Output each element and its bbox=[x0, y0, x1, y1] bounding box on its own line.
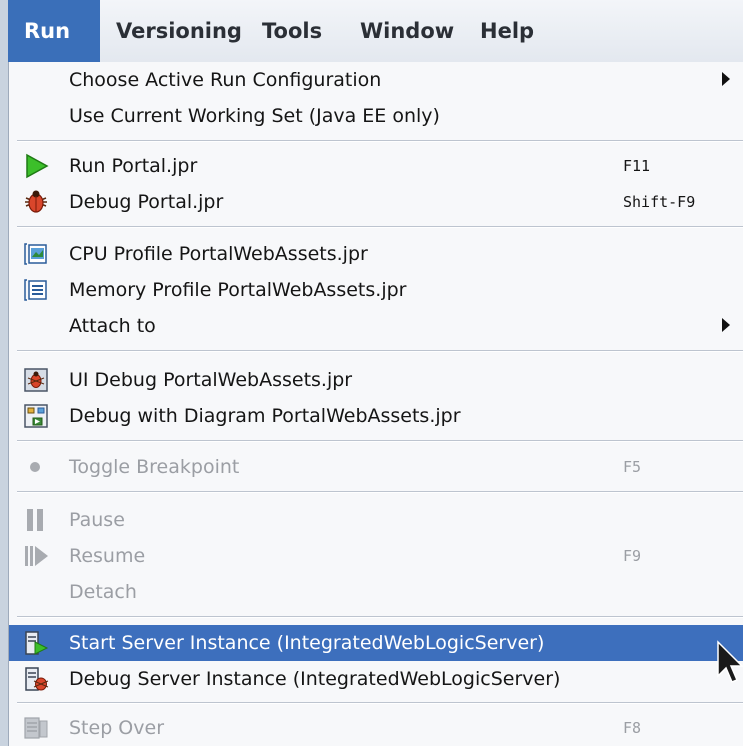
start-server-icon bbox=[25, 631, 49, 655]
menu-item-step-over[interactable]: Step Over F8 bbox=[9, 710, 743, 746]
menu-item-debug-with-diagram[interactable]: Debug with Diagram PortalWebAssets.jpr bbox=[9, 398, 743, 434]
menu-item-detach[interactable]: Detach bbox=[9, 574, 743, 610]
menu-item-label: Memory Profile PortalWebAssets.jpr bbox=[69, 279, 407, 301]
pause-icon bbox=[27, 509, 43, 531]
menu-item-label: Attach to bbox=[69, 315, 156, 337]
menu-item-shortcut: F11 bbox=[623, 157, 651, 175]
menu-item-shortcut: F8 bbox=[623, 719, 642, 737]
menu-item-label: Step Over bbox=[69, 717, 164, 739]
memory-profile-icon bbox=[24, 279, 47, 301]
menu-item-label: Run Portal.jpr bbox=[69, 155, 198, 177]
menu-item-label: Resume bbox=[69, 545, 146, 567]
debug-server-icon bbox=[25, 667, 49, 691]
menu-help[interactable]: Help bbox=[464, 0, 554, 62]
menu-item-label: Detach bbox=[69, 581, 137, 603]
menu-item-debug-portal[interactable]: Debug Portal.jpr Shift-F9 bbox=[9, 184, 743, 220]
run-menu-dropdown: Choose Active Run Configuration Use Curr… bbox=[8, 62, 743, 746]
menu-item-shortcut: F5 bbox=[623, 458, 642, 476]
resume-icon bbox=[25, 546, 48, 566]
submenu-arrow-icon bbox=[722, 318, 730, 332]
menu-separator bbox=[17, 491, 743, 493]
menu-item-shortcut: Shift-F9 bbox=[623, 193, 696, 211]
diagram-debug-icon bbox=[24, 404, 48, 428]
menu-item-attach-to[interactable]: Attach to bbox=[9, 308, 743, 344]
menu-separator bbox=[17, 350, 743, 352]
menu-item-choose-active-run-configuration[interactable]: Choose Active Run Configuration bbox=[9, 62, 743, 98]
menu-tools[interactable]: Tools bbox=[246, 0, 344, 62]
menu-item-label: Debug Server Instance (IntegratedWebLogi… bbox=[69, 668, 561, 690]
menu-item-run-portal[interactable]: Run Portal.jpr F11 bbox=[9, 148, 743, 184]
menu-separator bbox=[17, 226, 743, 228]
cpu-profile-icon bbox=[24, 243, 47, 265]
menu-window[interactable]: Window bbox=[344, 0, 464, 62]
menu-item-ui-debug[interactable]: UI Debug PortalWebAssets.jpr bbox=[9, 362, 743, 398]
menu-item-use-current-working-set[interactable]: Use Current Working Set (Java EE only) bbox=[9, 98, 743, 134]
run-triangle-icon bbox=[26, 153, 49, 179]
menu-item-start-server-instance[interactable]: Start Server Instance (IntegratedWebLogi… bbox=[9, 625, 743, 661]
menu-item-label: CPU Profile PortalWebAssets.jpr bbox=[69, 243, 368, 265]
menu-item-shortcut: F9 bbox=[623, 547, 642, 565]
menu-item-toggle-breakpoint[interactable]: Toggle Breakpoint F5 bbox=[9, 449, 743, 485]
step-over-icon bbox=[24, 717, 48, 739]
menu-separator bbox=[17, 140, 743, 142]
menu-item-resume[interactable]: Resume F9 bbox=[9, 538, 743, 574]
menu-item-label: Choose Active Run Configuration bbox=[69, 69, 382, 91]
menu-item-label: Pause bbox=[69, 509, 125, 531]
menu-separator bbox=[17, 440, 743, 442]
menu-item-label: Toggle Breakpoint bbox=[69, 456, 240, 478]
ui-debug-icon bbox=[24, 368, 48, 392]
menu-item-label: Debug with Diagram PortalWebAssets.jpr bbox=[69, 405, 461, 427]
menubar: Run Versioning Tools Window Help bbox=[8, 0, 743, 63]
menu-versioning[interactable]: Versioning bbox=[100, 0, 246, 62]
breakpoint-dot-icon bbox=[30, 462, 40, 472]
menu-item-label: Debug Portal.jpr bbox=[69, 191, 224, 213]
submenu-arrow-icon bbox=[722, 72, 730, 86]
menu-item-label: Use Current Working Set (Java EE only) bbox=[69, 105, 440, 127]
menu-separator bbox=[17, 616, 743, 618]
menu-run[interactable]: Run bbox=[8, 0, 100, 62]
menu-item-debug-server-instance[interactable]: Debug Server Instance (IntegratedWebLogi… bbox=[9, 661, 743, 697]
menu-item-label: Start Server Instance (IntegratedWebLogi… bbox=[69, 632, 545, 654]
mouse-pointer-icon bbox=[717, 640, 743, 683]
menu-item-label: UI Debug PortalWebAssets.jpr bbox=[69, 369, 353, 391]
menu-item-pause[interactable]: Pause bbox=[9, 502, 743, 538]
bug-icon bbox=[25, 190, 47, 213]
menu-item-memory-profile[interactable]: Memory Profile PortalWebAssets.jpr bbox=[9, 272, 743, 308]
menu-separator bbox=[17, 702, 743, 704]
menu-item-cpu-profile[interactable]: CPU Profile PortalWebAssets.jpr bbox=[9, 236, 743, 272]
